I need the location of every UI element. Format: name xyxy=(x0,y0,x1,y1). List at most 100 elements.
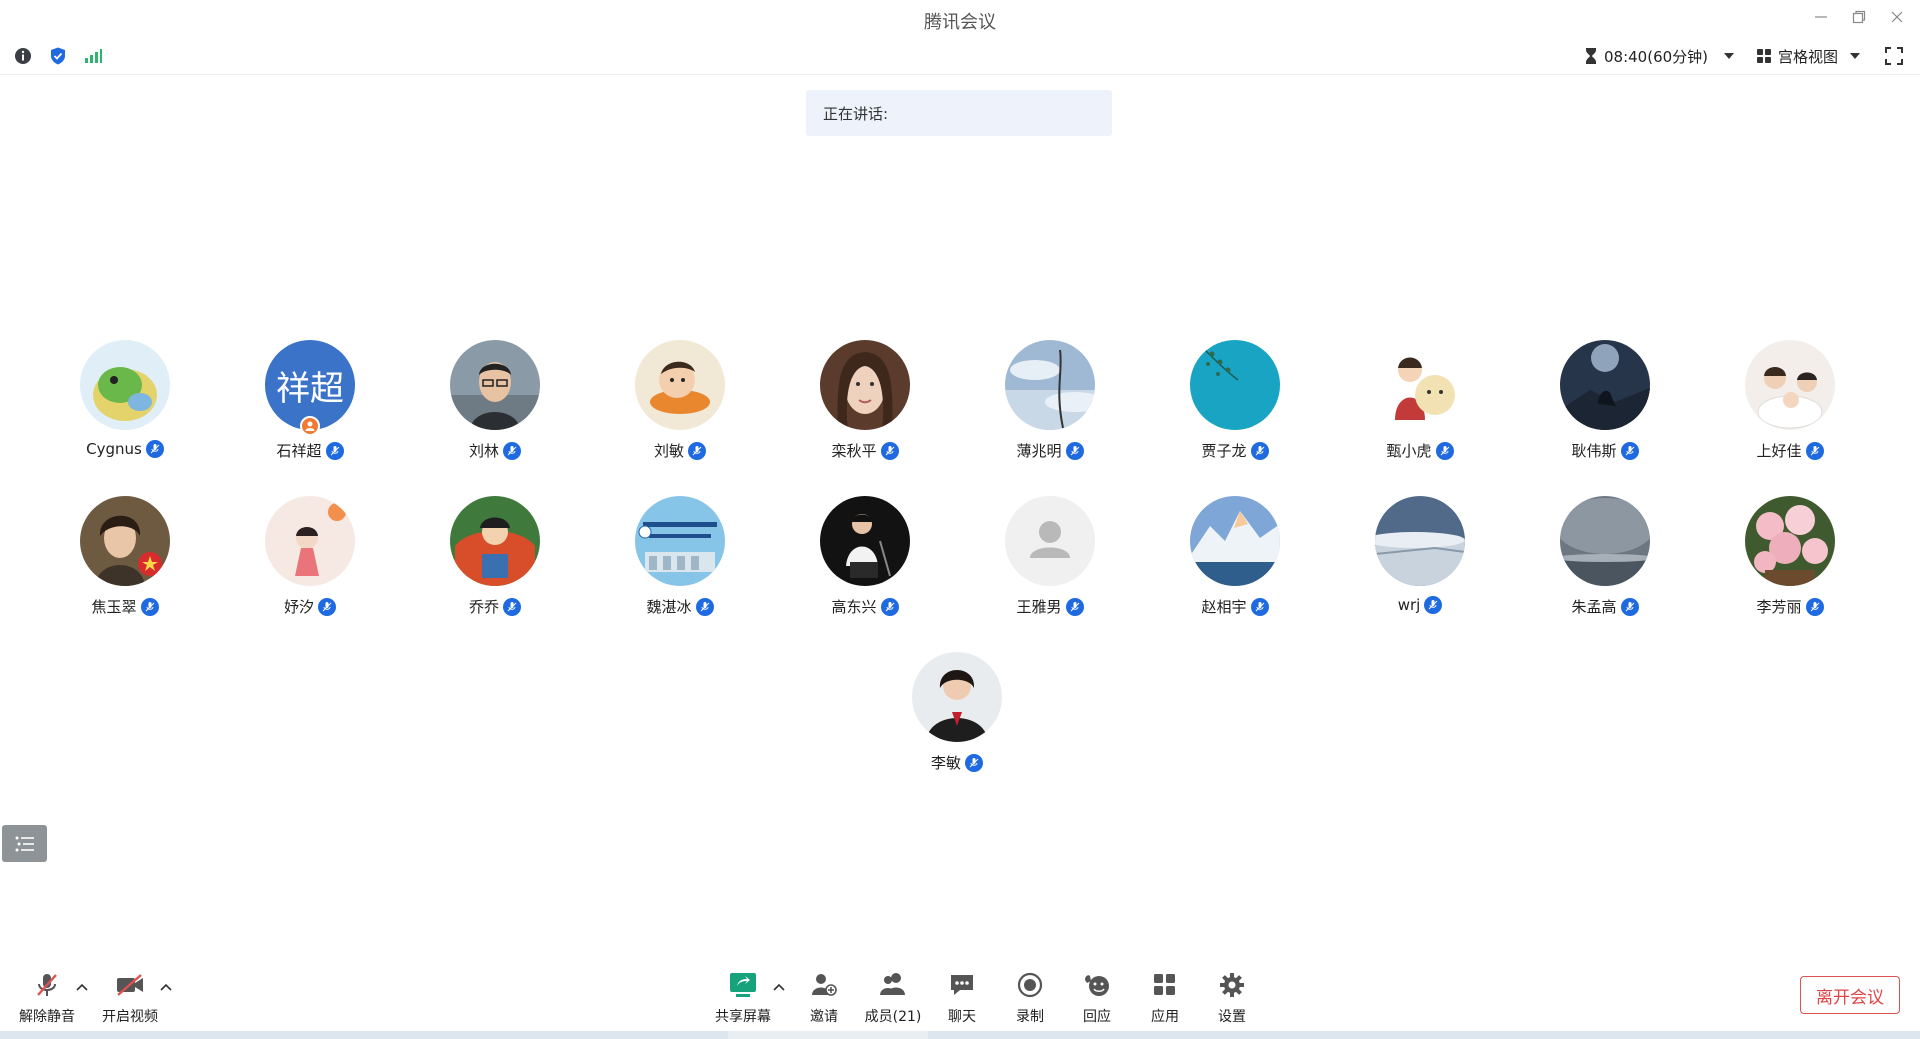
participant-tile[interactable]: wrj xyxy=(1330,496,1510,626)
participant-tile[interactable]: 赵相宇 xyxy=(1145,496,1325,626)
participant-name: 石祥超 xyxy=(276,442,322,460)
share-options-chevron-icon[interactable] xyxy=(773,982,785,992)
invite-button[interactable]: 邀请 xyxy=(789,968,859,1030)
microphone-icon xyxy=(1065,597,1084,616)
participant-tile[interactable]: 祥超 石祥超 xyxy=(220,340,400,470)
participant-name-row: 焦玉翠 xyxy=(35,596,215,617)
minimize-icon[interactable] xyxy=(1808,6,1834,28)
participant-tile[interactable]: 王雅男 xyxy=(960,496,1140,626)
participant-tile[interactable]: 薄兆明 xyxy=(960,340,1140,470)
participant-name-row: 乔乔 xyxy=(405,596,585,617)
participant-tile[interactable]: 乔乔 xyxy=(405,496,585,626)
participant-name: 刘敏 xyxy=(653,442,684,460)
participant-tile[interactable]: 李敏 xyxy=(867,652,1047,782)
start-video-button[interactable]: 开启视频 xyxy=(95,968,165,1030)
microphone-icon xyxy=(1250,597,1269,616)
record-label: 录制 xyxy=(1016,1009,1044,1025)
default-user-icon xyxy=(1005,496,1095,586)
participant-tile[interactable]: 妤汐 xyxy=(220,496,400,626)
participant-name-row: 李芳丽 xyxy=(1700,596,1880,617)
gear-icon xyxy=(1215,968,1249,1002)
react-label: 回应 xyxy=(1083,1009,1111,1025)
chat-button[interactable]: 聊天 xyxy=(927,968,997,1030)
participant-name-row: 上好佳 xyxy=(1700,440,1880,461)
microphone-icon xyxy=(503,441,521,460)
unmute-button[interactable]: 解除静音 xyxy=(12,968,82,1030)
apps-button[interactable]: 应用 xyxy=(1130,968,1200,1030)
restore-icon[interactable] xyxy=(1846,6,1872,28)
settings-button[interactable]: 设置 xyxy=(1197,968,1267,1030)
unmute-label: 解除静音 xyxy=(19,1009,75,1025)
video-options-chevron-icon[interactable] xyxy=(160,982,172,992)
chat-icon xyxy=(945,968,979,1002)
participant-name-row: 妤汐 xyxy=(220,596,400,617)
avatar xyxy=(1560,340,1650,430)
participant-tile[interactable]: 耿伟斯 xyxy=(1515,340,1695,470)
close-icon[interactable] xyxy=(1884,6,1910,28)
signal-icon[interactable] xyxy=(83,46,103,66)
microphone-icon xyxy=(880,597,899,616)
participant-tile[interactable]: 魏湛冰 xyxy=(590,496,770,626)
participant-tile[interactable]: 刘敏 xyxy=(590,340,770,470)
record-button[interactable]: 录制 xyxy=(995,968,1065,1030)
bottom-edge-strip xyxy=(0,1031,1920,1039)
react-button[interactable]: 回应 xyxy=(1062,968,1132,1030)
avatar xyxy=(265,496,355,586)
participant-name: 朱孟高 xyxy=(1571,598,1617,616)
view-mode-dropdown[interactable]: 宫格视图 xyxy=(1756,46,1861,66)
status-bar: 08:40(60分钟) 宫格视图 xyxy=(0,38,1920,75)
microphone-icon xyxy=(1250,441,1269,460)
participant-tile[interactable]: 栾秋平 xyxy=(775,340,955,470)
participant-list-toggle-button[interactable] xyxy=(2,825,47,862)
participant-name: 乔乔 xyxy=(468,598,499,616)
participant-name-row: 刘敏 xyxy=(590,440,770,461)
avatar xyxy=(1375,340,1465,430)
chevron-down-icon xyxy=(1724,53,1735,59)
fullscreen-icon[interactable] xyxy=(1884,46,1904,66)
speaking-indicator: 正在讲话: xyxy=(806,90,1112,136)
participant-tile[interactable]: Cygnus xyxy=(35,340,215,470)
record-icon xyxy=(1013,968,1047,1002)
participant-name-row: 耿伟斯 xyxy=(1515,440,1695,461)
host-icon xyxy=(300,416,320,436)
participant-name: 高东兴 xyxy=(831,598,877,616)
participant-name-row: Cygnus xyxy=(35,440,215,458)
share-screen-icon xyxy=(726,968,760,1002)
participant-tile[interactable]: 刘林 xyxy=(405,340,585,470)
avatar xyxy=(635,496,725,586)
microphone-icon xyxy=(695,597,714,616)
share-screen-button[interactable]: 共享屏幕 xyxy=(708,968,778,1030)
participant-tile[interactable]: 焦玉翠 xyxy=(35,496,215,626)
participant-name: 赵相宇 xyxy=(1201,598,1247,616)
participant-tile[interactable]: 甄小虎 xyxy=(1330,340,1510,470)
avatar xyxy=(450,496,540,586)
microphone-icon xyxy=(145,440,164,458)
participant-name: wrj xyxy=(1397,596,1421,614)
avatar xyxy=(820,340,910,430)
window-title: 腾讯会议 xyxy=(924,12,996,33)
participant-name-row: 贾子龙 xyxy=(1145,440,1325,461)
avatar xyxy=(1745,496,1835,586)
participant-tile[interactable]: 高东兴 xyxy=(775,496,955,626)
add-user-icon xyxy=(807,968,841,1002)
info-icon[interactable] xyxy=(13,46,33,66)
participant-tile[interactable]: 朱孟高 xyxy=(1515,496,1695,626)
leave-meeting-button[interactable]: 离开会议 xyxy=(1800,976,1900,1014)
security-shield-icon[interactable] xyxy=(48,46,68,66)
participant-tile[interactable]: 贾子龙 xyxy=(1145,340,1325,470)
participant-name-row: 赵相宇 xyxy=(1145,596,1325,617)
participant-tile[interactable]: 上好佳 xyxy=(1700,340,1880,470)
audio-options-chevron-icon[interactable] xyxy=(76,982,88,992)
avatar xyxy=(80,340,170,430)
hourglass-icon xyxy=(1586,48,1596,64)
meeting-timer[interactable]: 08:40(60分钟) xyxy=(1584,46,1735,66)
members-button[interactable]: 成员(21) xyxy=(858,968,928,1030)
participant-name: 甄小虎 xyxy=(1386,442,1432,460)
microphone-icon xyxy=(688,441,706,460)
microphone-icon xyxy=(1620,441,1639,460)
microphone-icon xyxy=(503,597,521,616)
title-bar: 腾讯会议 xyxy=(0,0,1920,36)
start-video-label: 开启视频 xyxy=(102,1009,158,1025)
muted-microphone-icon xyxy=(30,968,64,1002)
participant-tile[interactable]: 李芳丽 xyxy=(1700,496,1880,626)
